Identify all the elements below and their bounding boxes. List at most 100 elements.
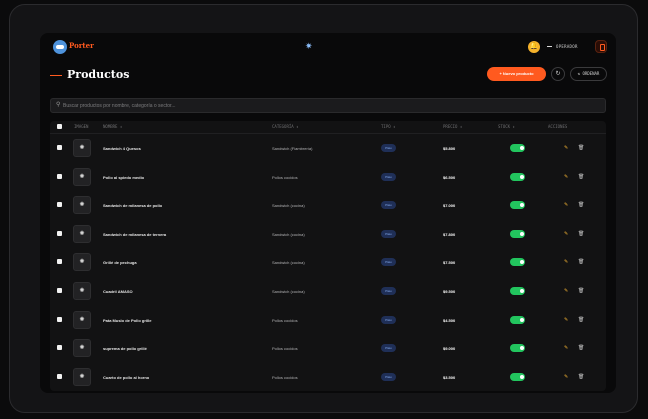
product-price: $9.000 [443,346,456,352]
product-image: ✺ [73,139,91,157]
trash-icon[interactable]: 🗑 [578,230,584,238]
stock-toggle[interactable] [510,229,525,238]
stock-toggle[interactable] [510,315,525,324]
trash-icon[interactable]: 🗑 [578,258,584,266]
product-price: $7.800 [443,231,456,237]
image-placeholder-icon: ✺ [79,145,85,151]
product-category: Sandwich (cocina) [272,289,305,294]
image-placeholder-icon: ✺ [79,345,85,352]
trash-icon[interactable]: 🗑 [578,287,584,295]
row-checkbox[interactable] [57,230,62,236]
image-placeholder-icon: ✺ [79,202,85,209]
edit-icon[interactable]: ✎ [564,144,568,152]
stock-toggle[interactable] [510,287,525,295]
trash-icon[interactable]: 🗑 [578,144,584,152]
edit-icon[interactable]: ✎ [564,230,568,238]
col-actions: ACCIONES [548,124,568,129]
stock-toggle[interactable] [510,372,525,381]
table-row: ✺ Sandwich de milanesa de pollo Sandwich (… [50,192,606,220]
row-checkbox[interactable] [57,173,62,179]
product-name: Sandwich 4 Quesos [103,146,141,151]
row-checkbox[interactable] [57,345,62,351]
order-button[interactable]: ⇅ ORDENAR [570,67,607,81]
product-name: Sandwich de milanesa de pollo [103,203,163,209]
app-logo[interactable] [53,40,67,54]
product-category: Pollos cocidos [272,174,298,180]
role-dash [547,46,552,47]
stock-toggle[interactable] [510,258,525,267]
top-bar: Porter ✷ 🔔 OPERADOR [40,33,616,61]
table-row: ✺ Cuarto de pollo al horno Pollos cocidos P… [50,364,606,392]
col-stock[interactable]: STOCK ↕ [498,124,515,129]
table-row: ✺ Sandwich de milanesa de ternera Sandwich… [50,221,606,249]
col-type[interactable]: TIPO ↕ [381,124,395,129]
product-price: $7.500 [443,260,456,266]
product-price: $5.800 [443,146,456,151]
edit-icon[interactable]: ✎ [564,287,568,295]
product-price: $6.500 [443,174,456,180]
row-checkbox[interactable] [57,373,62,379]
edit-icon[interactable]: ✎ [564,201,568,209]
edit-icon[interactable]: ✎ [564,344,568,352]
trash-icon[interactable]: 🗑 [578,373,584,381]
edit-icon[interactable]: ✎ [564,316,568,324]
trash-icon[interactable]: 🗑 [578,201,584,209]
product-image: ✺ [73,367,91,386]
search-bar: ⚲ [50,98,606,113]
table-header: IMAGEN NOMBRE ↕ CATEGORÍA ↕ TIPO ↕ PRECI… [50,121,606,134]
row-checkbox[interactable] [57,202,62,208]
search-input[interactable] [63,99,593,112]
select-all-checkbox[interactable] [57,124,62,129]
product-name: Sandwich de milanesa de ternera [103,231,167,237]
col-category[interactable]: CATEGORÍA ↕ [272,124,299,129]
product-price: $4.500 [443,317,456,323]
table-row: ✺ Grillé de pechuga Sandwich (cocina) Plato… [50,249,606,277]
product-name: Grillé de pechuga [103,260,137,266]
sun-icon[interactable]: ✷ [305,41,313,51]
product-image: ✺ [73,310,91,329]
row-checkbox[interactable] [57,145,62,150]
row-checkbox[interactable] [57,288,62,293]
table-row: ✺ Pata Muslo de Pollo grille Pollos cocido… [50,307,606,335]
edit-icon[interactable]: ✎ [564,258,568,266]
products-table: IMAGEN NOMBRE ↕ CATEGORÍA ↕ TIPO ↕ PRECI… [50,121,606,391]
search-icon: ⚲ [56,102,61,108]
product-category: Sandwich (cocina) [272,231,305,237]
logout-icon[interactable] [595,40,607,53]
product-image: ✺ [73,253,91,272]
edit-icon[interactable]: ✎ [564,173,568,181]
new-product-button[interactable]: + Nuevo producto [487,67,546,81]
stock-toggle[interactable] [510,172,525,181]
product-category: Sandwich (Fiambrería) [272,146,313,151]
stock-toggle[interactable] [510,144,525,152]
product-image: ✺ [73,196,91,215]
user-role: OPERADOR [556,44,578,49]
type-badge: Plato [381,344,396,353]
stock-toggle[interactable] [510,344,525,353]
type-badge: Plato [381,372,396,381]
trash-icon[interactable]: 🗑 [578,173,584,181]
row-checkbox[interactable] [57,259,62,265]
title-accent-line [50,75,62,76]
product-price: $7.000 [443,203,456,209]
image-placeholder-icon: ✺ [79,288,85,294]
edit-icon[interactable]: ✎ [564,373,568,381]
col-price[interactable]: PRECIO ↕ [443,124,462,129]
trash-icon[interactable]: 🗑 [578,344,584,352]
refresh-button[interactable]: ↻ [551,67,565,81]
product-name: suprema de pollo grillé [103,346,147,352]
product-category: Pollos cocidos [272,317,298,323]
trash-icon[interactable]: 🗑 [578,316,584,324]
type-badge: Plato [381,229,396,238]
product-image: ✺ [73,339,91,358]
product-category: Pollos cocidos [272,374,298,380]
stock-toggle[interactable] [510,201,525,210]
product-image: ✺ [73,282,91,300]
col-name[interactable]: NOMBRE ↕ [103,124,122,129]
col-image: IMAGEN [74,124,89,129]
bell-icon[interactable]: 🔔 [528,41,540,53]
refresh-icon: ↻ [555,71,561,77]
row-checkbox[interactable] [57,316,62,322]
type-badge: Plato [381,144,396,152]
type-badge: Plato [381,315,396,324]
